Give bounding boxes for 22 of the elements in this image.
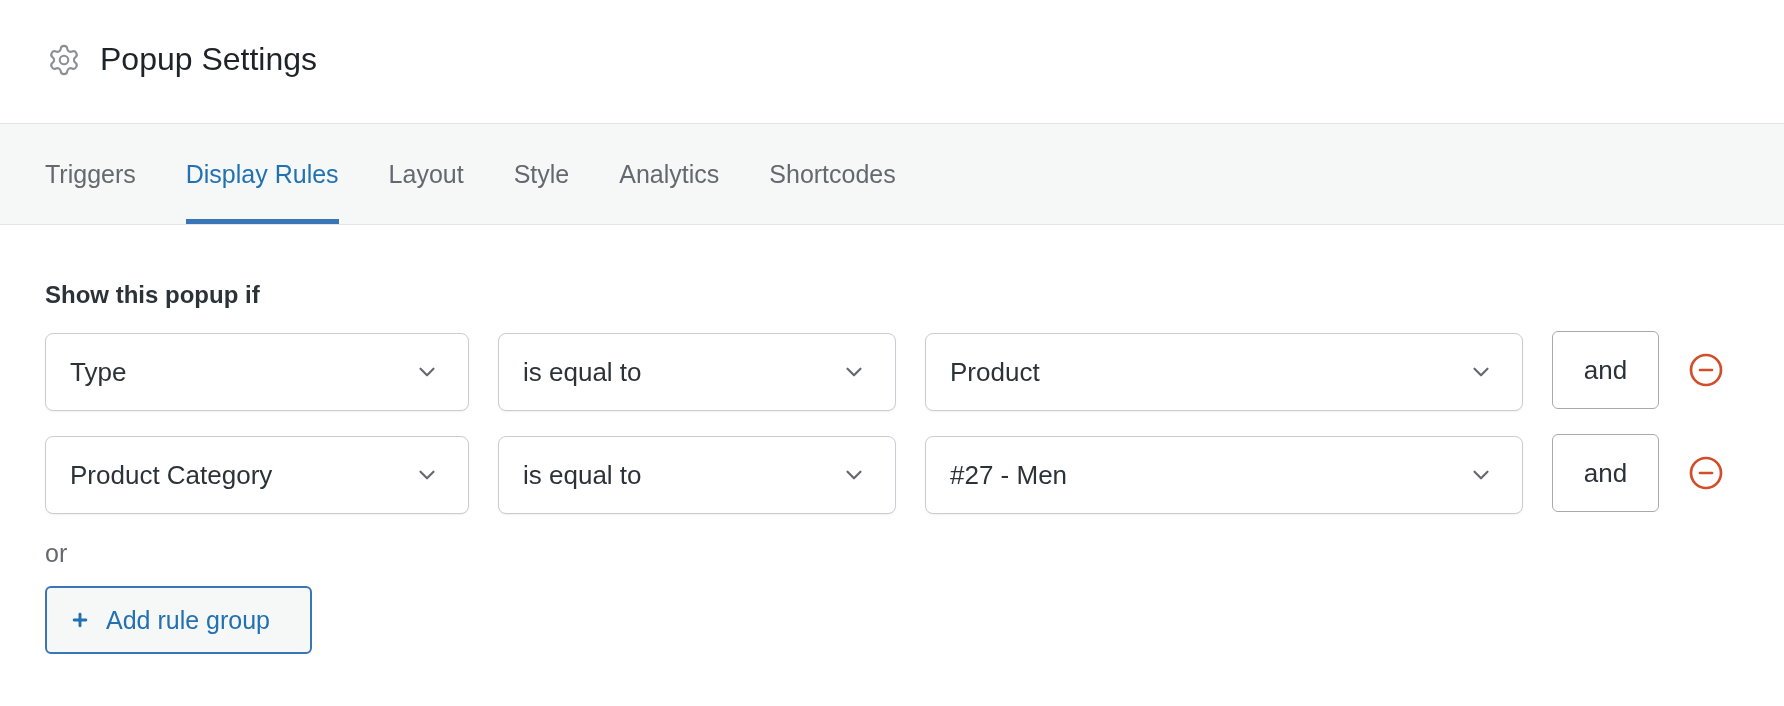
value-dropdown[interactable]: Product bbox=[925, 333, 1523, 411]
section-heading: Show this popup if bbox=[45, 281, 261, 309]
page-title: Popup Settings bbox=[100, 41, 318, 78]
tab[interactable]: Analytics bbox=[619, 124, 720, 224]
field-dropdown[interactable]: Type bbox=[45, 333, 469, 411]
tab[interactable]: Shortcodes bbox=[769, 124, 896, 224]
and-button[interactable]: and bbox=[1552, 434, 1659, 512]
tab[interactable]: Layout bbox=[388, 124, 464, 224]
remove-icon[interactable] bbox=[1688, 455, 1724, 491]
settings-icon bbox=[47, 42, 81, 77]
tab[interactable]: Display Rules bbox=[185, 124, 339, 224]
plus-icon bbox=[70, 610, 90, 630]
field-dropdown[interactable]: Product Category bbox=[45, 436, 469, 514]
tab[interactable]: Triggers bbox=[45, 124, 136, 224]
and-button[interactable]: and bbox=[1552, 331, 1659, 409]
remove-icon[interactable] bbox=[1688, 352, 1724, 388]
add-rule-group-button[interactable]: Add rule group bbox=[45, 586, 312, 654]
operator-dropdown[interactable]: is equal to bbox=[498, 333, 896, 411]
tab[interactable]: Style bbox=[513, 124, 570, 224]
value-dropdown[interactable]: #27 - Men bbox=[925, 436, 1523, 514]
or-label: or bbox=[45, 539, 69, 568]
operator-dropdown[interactable]: is equal to bbox=[498, 436, 896, 514]
